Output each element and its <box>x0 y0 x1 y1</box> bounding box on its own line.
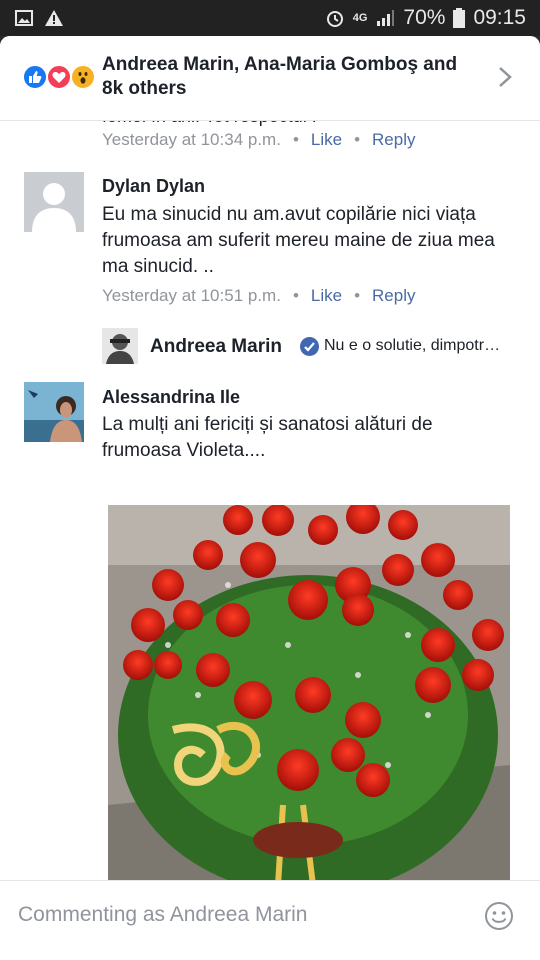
profile-photo <box>24 382 84 442</box>
default-user-icon <box>32 183 76 232</box>
clock: 09:15 <box>473 6 526 29</box>
reply-snippet: Nu e o solutie, dimpotr… <box>324 337 501 354</box>
comment-meta: Yesterday at 10:34 p.m. • Like • Reply <box>102 130 416 149</box>
wow-icon <box>70 64 96 90</box>
verified-icon <box>300 337 319 356</box>
emoji-icon[interactable] <box>484 901 514 931</box>
like-link[interactable]: Like <box>311 286 342 305</box>
signal-icon <box>377 10 395 26</box>
like-icon <box>22 64 48 90</box>
warning-icon <box>45 10 63 26</box>
comment-list: femei în ani. Tot respectul ! Yesterday … <box>0 118 540 905</box>
commenter-name[interactable]: Alessandrina Ile <box>102 387 240 408</box>
commenter-name[interactable]: Dylan Dylan <box>102 176 205 197</box>
love-icon <box>46 64 72 90</box>
avatar-default[interactable] <box>24 172 84 232</box>
roses-bouquet-image <box>108 505 510 905</box>
comment-timestamp: Yesterday at 10:34 p.m. <box>102 130 281 149</box>
reaction-icons <box>22 64 100 92</box>
reactions-header[interactable]: Andreea Marin, Ana-Maria Gomboş and 8k o… <box>0 36 540 121</box>
gallery-icon <box>15 10 33 26</box>
chevron-right-icon[interactable] <box>498 66 512 88</box>
like-link[interactable]: Like <box>311 130 342 149</box>
comment-timestamp: Yesterday at 10:51 p.m. <box>102 286 281 305</box>
avatar-alessandrina[interactable] <box>24 382 84 442</box>
comments-sheet: Andreea Marin, Ana-Maria Gomboş and 8k o… <box>0 36 540 960</box>
reply-link[interactable]: Reply <box>372 286 415 305</box>
reactors-summary[interactable]: Andreea Marin, Ana-Maria Gomboş and 8k o… <box>102 53 482 101</box>
reply-preview[interactable]: Andreea Marin Nu e o solutie, dimpotr… <box>102 328 522 368</box>
comment-meta: Yesterday at 10:51 p.m. • Like • Reply <box>102 286 416 305</box>
comment-photo[interactable] <box>108 505 510 905</box>
comment-text: Eu ma sinucid nu am.avut copilărie nici … <box>102 204 495 277</box>
network-type: 4G <box>352 12 368 24</box>
comment-input[interactable]: Commenting as Andreea Marin <box>18 903 307 927</box>
status-bar: 4G 70% 09:15 <box>0 0 540 36</box>
battery-icon <box>453 8 466 28</box>
comment-composer[interactable]: Commenting as Andreea Marin <box>0 880 540 960</box>
reply-author[interactable]: Andreea Marin <box>150 336 282 358</box>
reply-link[interactable]: Reply <box>372 130 415 149</box>
comment-text: La mulți ani fericiți și sanatosi alătur… <box>102 414 433 461</box>
alarm-icon <box>326 11 343 27</box>
battery-percent: 70% <box>403 6 446 29</box>
avatar-andreea <box>102 328 138 364</box>
